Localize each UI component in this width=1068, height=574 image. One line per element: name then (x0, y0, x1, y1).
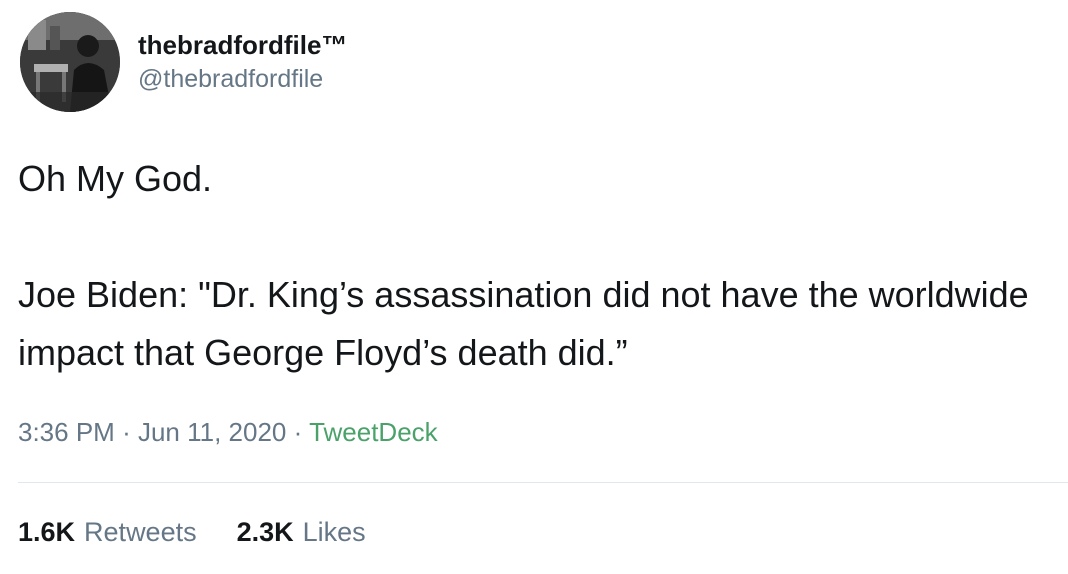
author-names: thebradfordfile™ @thebradfordfile (138, 29, 347, 95)
tweet-stats: 1.6K Retweets 2.3K Likes (18, 514, 406, 550)
retweets-count: 1.6K (18, 517, 76, 547)
likes-label: Likes (302, 517, 366, 547)
tweet-source-link[interactable]: TweetDeck (309, 417, 438, 447)
tweet-text: Oh My God. Joe Biden: "Dr. King’s assass… (18, 158, 1029, 373)
meta-separator: · (293, 417, 303, 447)
meta-separator: · (122, 417, 131, 447)
likes-count: 2.3K (236, 517, 294, 547)
avatar-photo-icon (20, 12, 120, 112)
tweet-meta: 3:36 PM · Jun 11, 2020 · TweetDeck (18, 414, 438, 450)
tweet-time[interactable]: 3:36 PM (18, 417, 115, 447)
tweet-date[interactable]: Jun 11, 2020 (138, 417, 286, 447)
author-display-name[interactable]: thebradfordfile™ (138, 29, 347, 61)
retweets-stat[interactable]: 1.6K Retweets (18, 514, 197, 550)
retweets-label: Retweets (84, 517, 197, 547)
author-handle[interactable]: @thebradfordfile (138, 63, 347, 95)
tweet-card: thebradfordfile™ @thebradfordfile Oh My … (0, 0, 1068, 574)
likes-stat[interactable]: 2.3K Likes (237, 514, 366, 550)
avatar[interactable] (20, 12, 120, 112)
tweet-header: thebradfordfile™ @thebradfordfile (20, 12, 347, 112)
divider (18, 482, 1068, 483)
